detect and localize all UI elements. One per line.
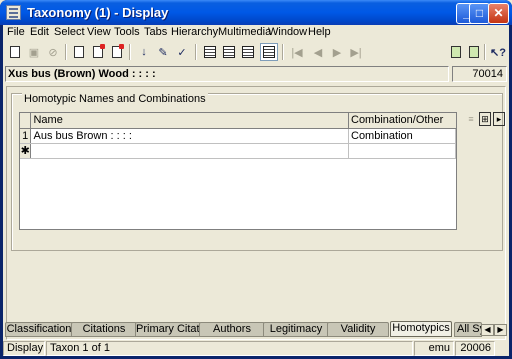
new-row[interactable]: ✱ [20, 143, 456, 159]
menu-multimedia[interactable]: Multimedia [218, 26, 271, 38]
last-record-icon[interactable]: ▶| [347, 43, 365, 61]
new-document-icon[interactable] [6, 43, 24, 61]
cancel-icon[interactable]: ⊘ [44, 43, 62, 61]
menu-window[interactable]: Window [268, 26, 307, 38]
details-view-icon[interactable] [260, 43, 278, 61]
menu-edit[interactable]: Edit [30, 26, 49, 38]
edit-icon[interactable]: ✎ [154, 43, 172, 61]
window-title: Taxonomy (1) - Display [27, 5, 169, 20]
delete-record-icon[interactable] [89, 43, 107, 61]
menu-tabs[interactable]: Tabs [144, 26, 167, 38]
tab-homotypics[interactable]: Homotypics [390, 321, 452, 337]
combination-cell[interactable]: Combination [348, 128, 456, 144]
homotypic-group: Homotypic Names and Combinations Name Co… [11, 93, 505, 251]
first-record-icon[interactable]: |◀ [288, 43, 306, 61]
title-bar[interactable]: Taxonomy (1) - Display _ □ ✕ [0, 0, 512, 25]
row-header-corner [20, 113, 32, 129]
menu-help[interactable]: Help [308, 26, 331, 38]
grid-side-tools: ≡ ⊞ ▸ [465, 112, 505, 128]
new-row-marker: ✱ [20, 143, 32, 159]
tab-primary-citation[interactable]: Primary Citation [135, 322, 201, 337]
tab-validity[interactable]: Validity [327, 322, 389, 337]
record-header: Xus bus (Brown) Wood : : : : 70014 [3, 66, 509, 82]
tab-scroll-right-icon[interactable]: ▶ [494, 324, 507, 336]
add-record-icon[interactable] [70, 43, 88, 61]
table-row[interactable]: 1 Aus bus Brown : : : : Combination [20, 128, 456, 144]
discard-record-icon[interactable] [108, 43, 126, 61]
tab-classification[interactable]: Classification [5, 322, 73, 337]
menu-tools[interactable]: Tools [114, 26, 140, 38]
homotypic-grid[interactable]: Name Combination/Other 1 Aus bus Brown :… [19, 112, 457, 230]
name-cell[interactable]: Aus bus Brown : : : : [30, 128, 349, 144]
list-view-icon[interactable] [201, 43, 219, 61]
insert-row-icon[interactable]: ⊞ [479, 112, 491, 126]
tab-citations[interactable]: Citations [71, 322, 137, 337]
attach-document-icon[interactable] [447, 43, 465, 61]
name-cell-new[interactable] [30, 143, 349, 159]
previous-record-icon[interactable]: ◀ [309, 43, 327, 61]
delete-row-icon[interactable]: ≡ [465, 112, 477, 126]
row-number: 1 [20, 128, 32, 144]
spellcheck-icon[interactable]: ✓ [173, 43, 191, 61]
page-view-icon[interactable] [239, 43, 257, 61]
app-icon[interactable] [6, 5, 21, 20]
copy-document-icon[interactable] [465, 43, 483, 61]
column-header-name[interactable]: Name [30, 113, 349, 129]
tab-all-synonyms[interactable]: All Sy [454, 322, 482, 337]
tab-bar: Classification Citations Primary Citatio… [3, 321, 509, 338]
status-position: Taxon 1 of 1 [46, 341, 413, 356]
table-view-icon[interactable] [220, 43, 238, 61]
group-label: Homotypic Names and Combinations [22, 93, 208, 105]
toolbar: ▣ ⊘ ↓ ✎ ✓ |◀ ◀ ▶ ▶| ↖? [3, 42, 509, 63]
menu-hierarchy[interactable]: Hierarchy [171, 26, 218, 38]
save-icon[interactable]: ▣ [25, 43, 43, 61]
maximize-button[interactable]: □ [469, 3, 490, 24]
taxon-name-display: Xus bus (Brown) Wood : : : : [5, 66, 449, 82]
status-mode: Display [3, 341, 45, 356]
menu-bar: File Edit Select View Tools Tabs Hierarc… [3, 25, 509, 41]
record-irn: 70014 [452, 66, 507, 82]
tab-panel: Homotypic Names and Combinations Name Co… [6, 86, 506, 340]
window-frame: File Edit Select View Tools Tabs Hierarc… [3, 25, 509, 356]
column-header-combination[interactable]: Combination/Other [348, 113, 456, 129]
close-button[interactable]: ✕ [488, 3, 509, 24]
taxonomy-window: Taxonomy (1) - Display _ □ ✕ File Edit S… [0, 0, 512, 359]
sort-icon[interactable]: ↓ [135, 43, 153, 61]
menu-view[interactable]: View [87, 26, 111, 38]
tab-scroll-left-icon[interactable]: ◀ [481, 324, 494, 336]
status-count: 20006 [455, 341, 495, 356]
combination-cell-new[interactable] [348, 143, 456, 159]
status-user: emu [414, 341, 454, 356]
menu-select[interactable]: Select [54, 26, 85, 38]
next-record-icon[interactable]: ▶ [328, 43, 346, 61]
tab-legitimacy[interactable]: Legitimacy [263, 322, 329, 337]
status-bar: Display Taxon 1 of 1 emu 20006 [3, 341, 509, 356]
menu-file[interactable]: File [7, 26, 25, 38]
context-help-icon[interactable]: ↖? [489, 43, 507, 61]
lookup-icon[interactable]: ▸ [493, 112, 505, 126]
tab-authors[interactable]: Authors [199, 322, 265, 337]
